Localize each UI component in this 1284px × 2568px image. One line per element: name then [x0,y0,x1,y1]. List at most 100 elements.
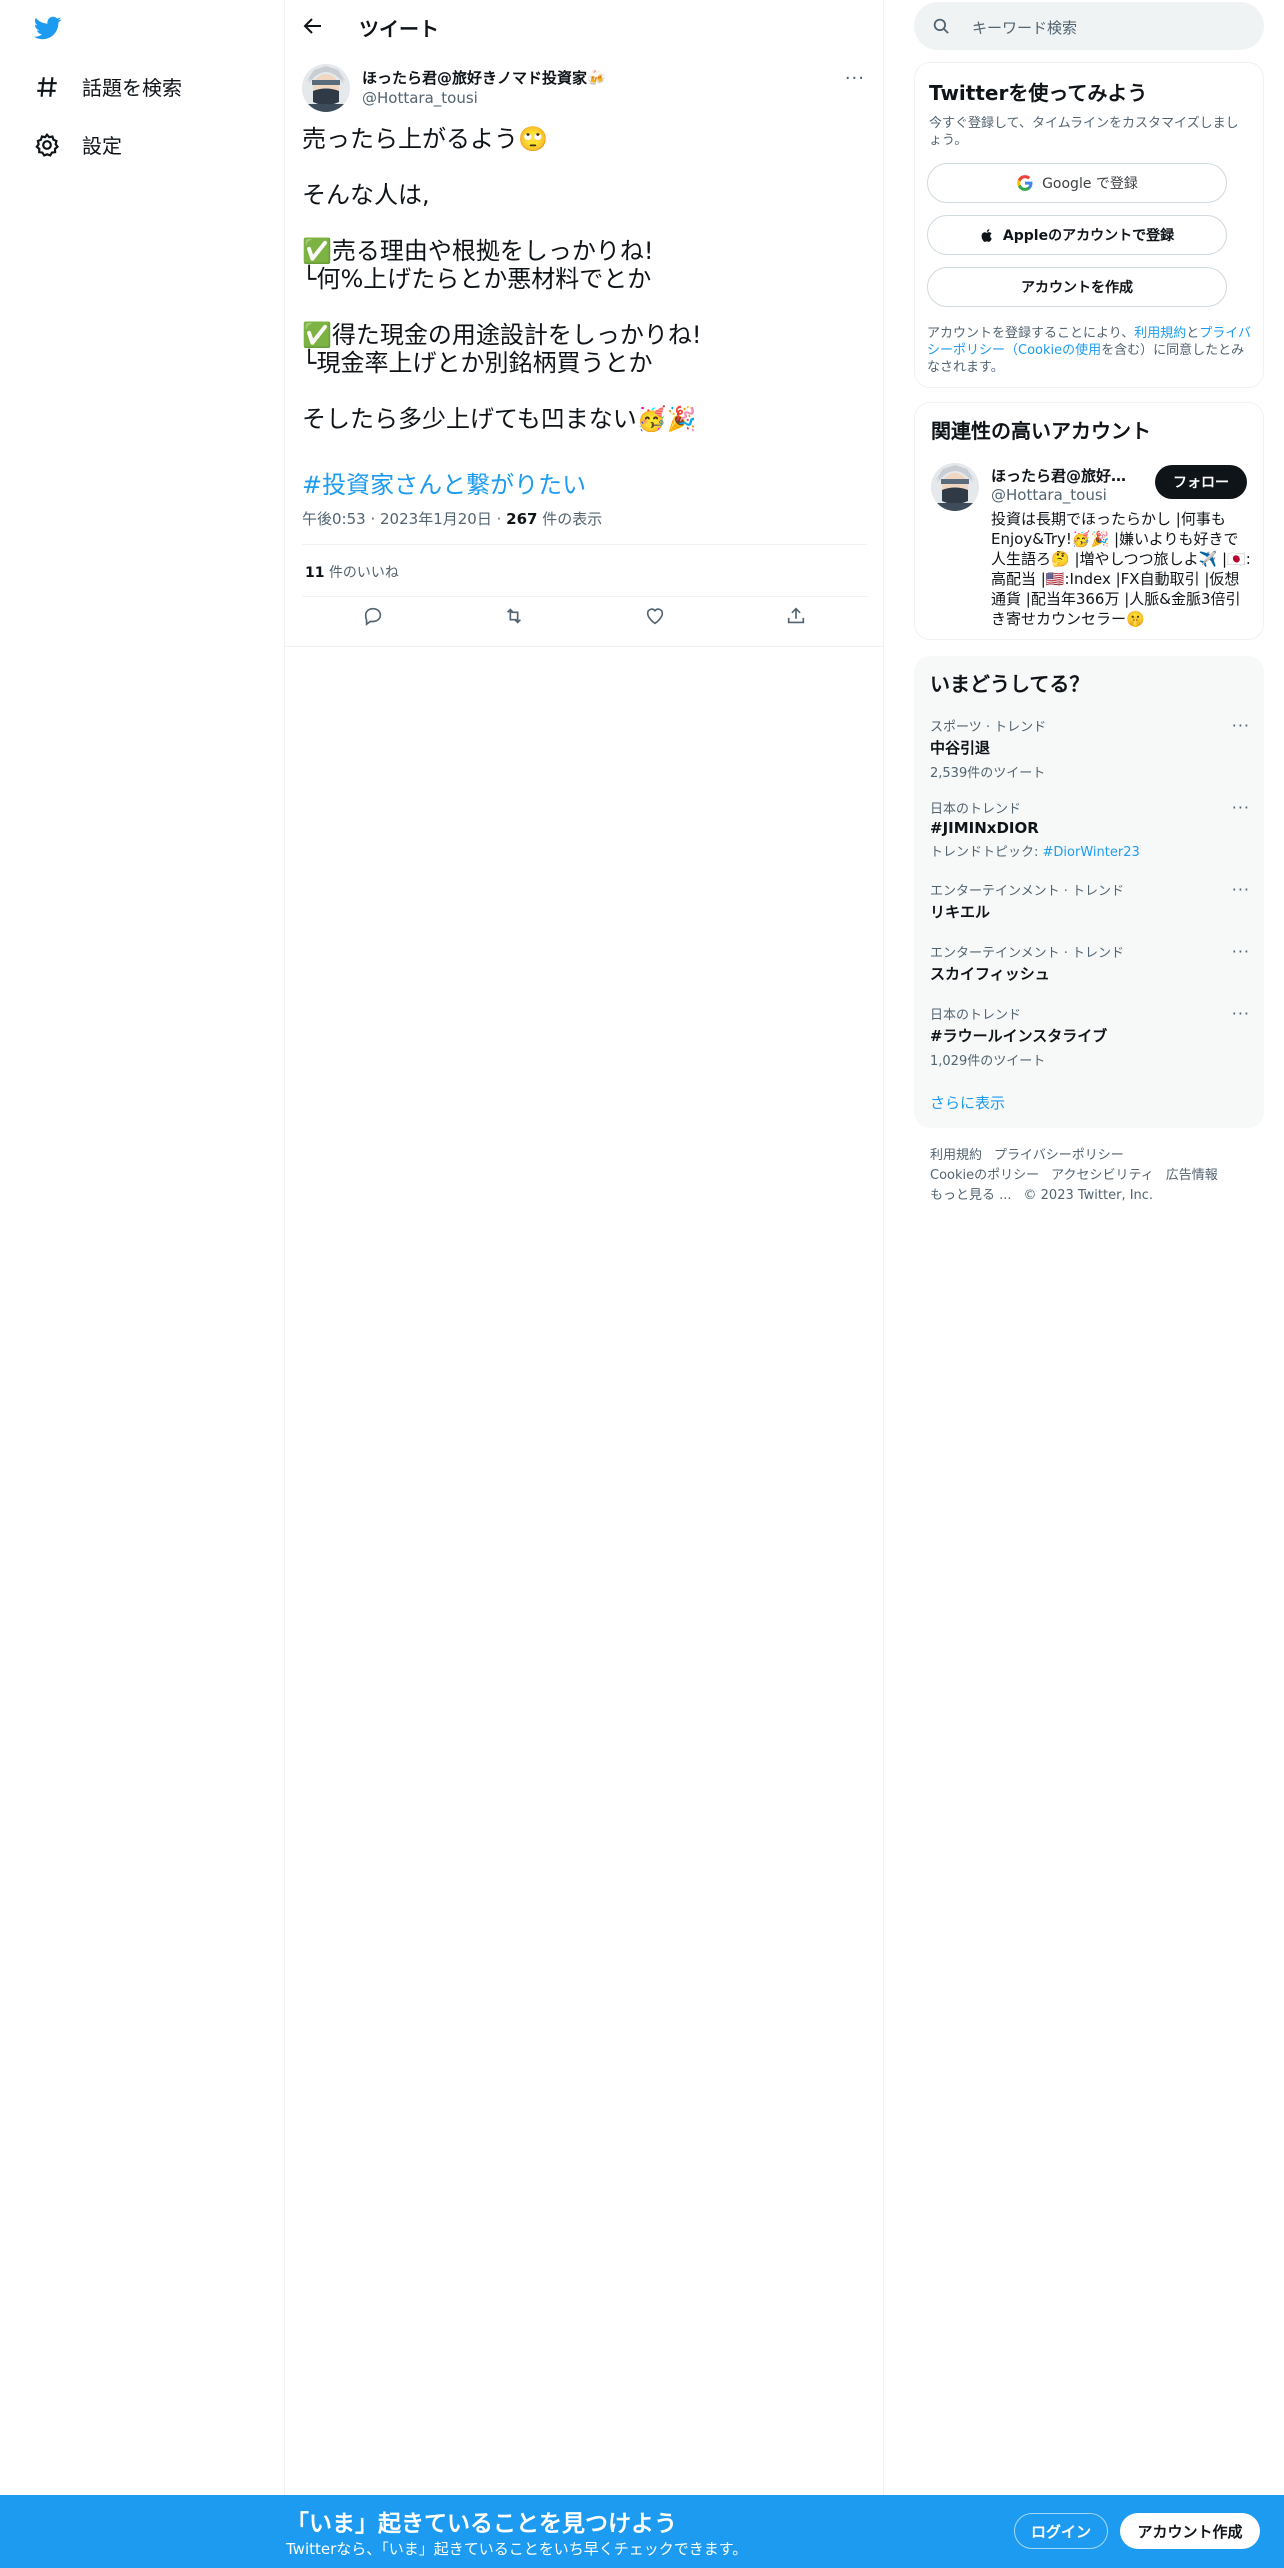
trend-name: リキエル [930,903,991,921]
signup-card: Twitterを使ってみよう 今すぐ登録して、タイムラインをカスタマイズしましょ… [914,62,1264,388]
trend-item[interactable]: 日本のトレンド #ラウールインスタライブ 1,029件のツイート ··· [930,1004,1250,1069]
trend-context: エンターテインメント · トレンド [930,884,1125,899]
gear-icon [35,132,59,157]
trend-context: 日本のトレンド [930,1008,1022,1023]
page-title: ツイート [359,17,439,41]
follow-button[interactable]: フォロー [1155,465,1247,499]
divider [285,646,884,647]
main-column: ツイート ほったら君@旅好きノマド投資家🍻 @Hottara_tousi ···… [285,0,884,2568]
trend-topic-link[interactable]: #DiorWinter23 [1043,845,1140,860]
divider [302,596,867,597]
show-more-link[interactable]: さらに表示 [930,1092,1005,1113]
back-arrow-icon[interactable] [301,14,325,38]
footer-link[interactable]: プライバシーポリシー [994,1148,1124,1163]
terms-link[interactable]: 利用規約 [1134,326,1186,341]
likes-count: 11 [305,565,325,581]
apple-icon [981,228,992,242]
hashtag-icon [37,76,57,97]
related-account-handle[interactable]: @Hottara_tousi [991,486,1107,504]
trend-item[interactable]: 日本のトレンド #JIMINxDIOR トレンドトピック: #DiorWinte… [930,798,1250,860]
tweet-time[interactable]: 午後0:53 [302,510,366,528]
footer-link[interactable]: Cookieのポリシー [930,1168,1039,1183]
trend-item[interactable]: スポーツ · トレンド 中谷引退 2,539件のツイート ··· [930,716,1250,781]
twitter-logo-icon[interactable] [32,14,64,42]
footer-link[interactable]: 利用規約 [930,1148,982,1163]
trends-card: いまどうしてる？ スポーツ · トレンド 中谷引退 2,539件のツイート ··… [914,656,1264,1128]
trend-item[interactable]: エンターテインメント · トレンド スカイフィッシュ ··· [930,942,1250,984]
bottom-signup-bar: 「いま」起きていることを見つけよう Twitterなら、「いま」起きていることを… [0,2495,1284,2568]
signup-card-title: Twitterを使ってみよう [929,81,1148,105]
nav-settings-label: 設定 [82,134,122,158]
search-input[interactable]: キーワード検索 [972,17,1077,38]
meta-separator: · [496,510,507,528]
trend-name: スカイフィッシュ [930,965,1050,983]
nav-settings[interactable]: 設定 [34,130,122,159]
tweet-date[interactable]: 2023年1月20日 [380,510,492,528]
tweet-hashtag-link[interactable]: #投資家さんと繋がりたい [302,465,586,500]
related-account-avatar[interactable] [931,463,979,511]
likes-label: 件のいいね [328,565,399,581]
tweet-actions [302,605,867,627]
related-accounts-title: 関連性の高いアカウント [931,419,1151,443]
like-heart-icon[interactable] [644,605,666,627]
trend-name: 中谷引退 [930,739,991,757]
footer-link[interactable]: アクセシビリティ [1051,1168,1154,1183]
more-options-icon[interactable]: ··· [1232,798,1250,817]
more-options-icon[interactable]: ··· [1232,880,1250,899]
footer-links: 利用規約 プライバシーポリシー Cookieのポリシー アクセシビリティ 広告情報 も… [930,1146,1250,1206]
search-box[interactable]: キーワード検索 [914,2,1264,50]
likes-link[interactable]: 11 件のいいね [305,562,399,582]
login-button[interactable]: ログイン [1014,2513,1108,2549]
signup-card-subtitle: 今すぐ登録して、タイムラインをカスタマイズしましょう。 [929,116,1239,148]
retweet-icon[interactable] [503,605,525,627]
more-options-icon[interactable]: ··· [1232,942,1250,961]
signup-button[interactable]: アカウント作成 [1120,2513,1260,2549]
author-handle[interactable]: @Hottara_tousi [362,89,478,107]
trend-item[interactable]: エンターテインメント · トレンド リキエル ··· [930,880,1250,922]
views-label: 件の表示 [542,510,603,528]
author-name[interactable]: ほったら君@旅好きノマド投資家🍻 [362,67,606,88]
footer-link[interactable]: 広告情報 [1166,1168,1218,1183]
more-options-icon[interactable]: ··· [1232,1004,1250,1023]
nav-explore[interactable]: 話題を検索 [34,72,182,101]
terms-middle: と [1186,326,1200,341]
trend-context: エンターテインメント · トレンド [930,946,1125,961]
meta-separator: · [370,510,381,528]
footer-link[interactable]: もっと見る ... [930,1188,1012,1203]
create-account-button[interactable]: アカウントを作成 [927,267,1227,307]
avatar-image [302,64,350,112]
related-accounts-card: 関連性の高いアカウント ほったら君@旅好きノマド投資家🍻 @Hottara_to… [914,402,1264,640]
tweet-meta: 午後0:53 · 2023年1月20日 · 267 件の表示 [302,508,602,529]
share-icon[interactable] [785,605,807,627]
page-header: ツイート [285,0,884,54]
terms-text: アカウントを登録することにより、利用規約とプライバシーポリシー（Cookieの使… [927,325,1253,376]
trend-tweet-count: 2,539件のツイート [930,766,1046,781]
terms-prefix: アカウントを登録することにより、 [927,326,1135,341]
left-sidebar: 話題を検索 設定 [0,0,285,2568]
trend-tweet-count: 1,029件のツイート [930,1054,1046,1069]
views-count: 267 [506,510,538,528]
trend-name: #ラウールインスタライブ [930,1027,1108,1045]
google-signup-button[interactable]: Google で登録 [927,163,1227,203]
google-icon [1017,175,1033,191]
related-account-bio: 投資は長期でほったらかし |何事もEnjoy&Try!🥳🎉 |嫌いよりも好きで人… [991,510,1251,628]
trend-context: 日本のトレンド [930,802,1022,817]
create-account-label: アカウントを作成 [1021,280,1133,296]
reply-icon[interactable] [362,605,384,627]
google-signup-label: Google で登録 [1042,176,1138,192]
trend-context: スポーツ · トレンド [930,720,1047,735]
avatar-image [931,463,979,511]
bottom-bar-subtitle: Twitterなら、「いま」起きていることをいち早くチェックできます。 [286,2540,748,2558]
more-options-icon[interactable]: ··· [1232,716,1250,735]
trends-title: いまどうしてる？ [930,672,1090,696]
apple-signup-button[interactable]: Appleのアカウントで登録 [927,215,1227,255]
bottom-bar-title: 「いま」起きていることを見つけよう [286,2511,677,2537]
author-avatar[interactable] [302,64,350,112]
more-options-icon[interactable]: ··· [845,68,865,89]
nav-explore-label: 話題を検索 [82,76,182,100]
trend-topic-label: トレンドトピック: [930,845,1043,860]
search-icon [933,18,949,34]
divider [302,544,867,545]
tweet-text: 売ったら上がるよう🙄 そんな人は, ✅売る理由や根拠をしっかりね! └何%上げた… [302,125,702,433]
related-account-name[interactable]: ほったら君@旅好きノマド投資家🍻 [991,465,1141,486]
